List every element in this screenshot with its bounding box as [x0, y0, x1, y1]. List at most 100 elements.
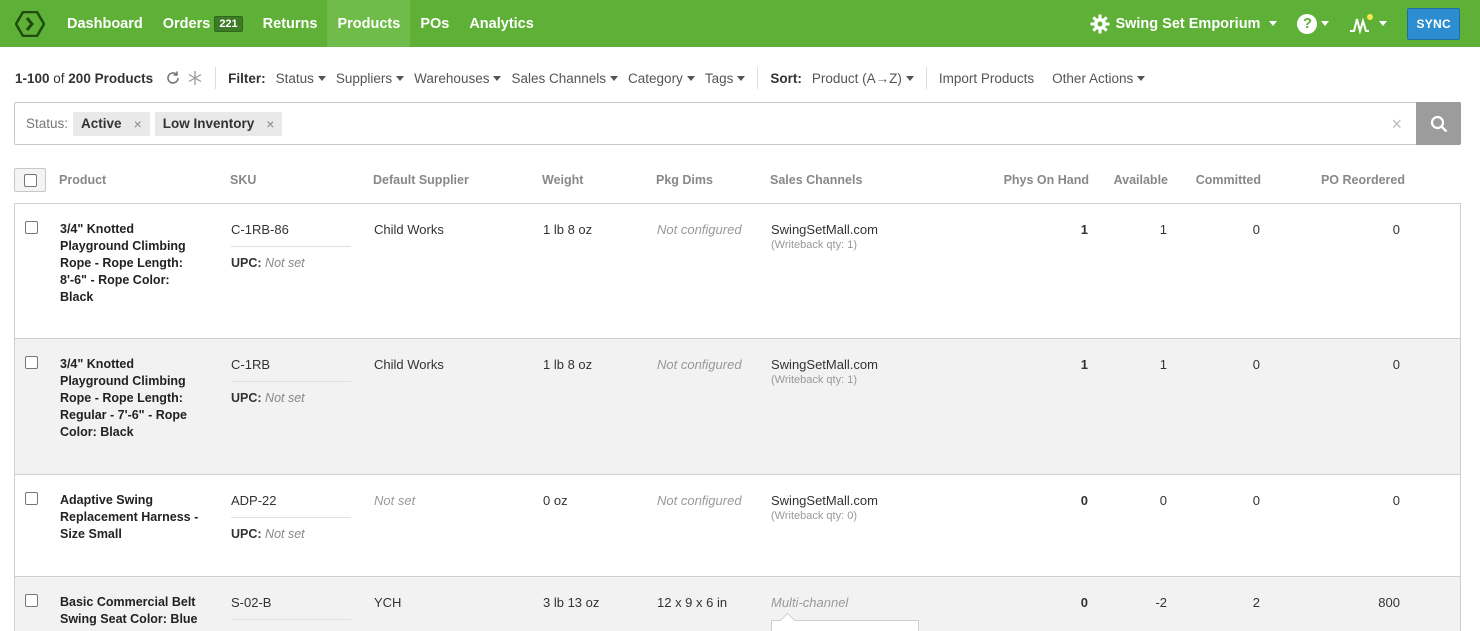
clear-filters-icon[interactable]: × [1391, 114, 1402, 135]
col-header-po-reordered[interactable]: PO Reordered [1321, 173, 1405, 187]
filter-chip-low-inventory: Low Inventory × [154, 111, 283, 136]
nav-dashboard[interactable]: Dashboard [57, 0, 153, 47]
product-count: 1-100 of 200 Products [15, 71, 153, 86]
row-checkbox[interactable] [25, 356, 38, 369]
po-reordered-qty: 0 [1392, 222, 1400, 237]
count-range: 1-100 [15, 70, 50, 86]
upc-value: Not set [265, 391, 305, 405]
filter-category-dropdown[interactable]: Category [628, 71, 695, 86]
nav-pos-label: POs [420, 15, 450, 32]
chevron-down-icon [610, 75, 619, 81]
active-filters-bar: Status: Active × Low Inventory × × [14, 102, 1461, 145]
col-header-sales-channels[interactable]: Sales Channels [770, 173, 862, 187]
sales-channel: SwingSetMall.com (Writeback qty: 1) [771, 222, 878, 251]
row-checkbox[interactable] [25, 594, 38, 607]
nav-pos[interactable]: POs [410, 0, 459, 47]
activity-pulse-icon [1350, 13, 1374, 35]
writeback-qty: (Writeback qty: 1) [771, 239, 857, 251]
filter-status-prefix: Status: [26, 116, 69, 131]
close-icon[interactable]: × [134, 116, 142, 132]
nav-products-label: Products [337, 15, 401, 32]
phys-on-hand[interactable]: 0 [1081, 595, 1088, 610]
filter-chip-label: Active [81, 116, 122, 131]
sort-dropdown[interactable]: Product (A→Z) [812, 71, 914, 86]
phys-on-hand[interactable]: 1 [1081, 357, 1088, 372]
nav-returns[interactable]: Returns [253, 0, 328, 47]
import-products-link[interactable]: Import Products [939, 71, 1034, 86]
product-upc: UPC: Not set [231, 391, 305, 405]
chevron-down-icon [737, 75, 746, 81]
help-menu[interactable]: ? [1297, 13, 1330, 34]
table-row[interactable]: Adaptive Swing Replacement Harness - Siz… [14, 475, 1461, 577]
count-of: of [49, 70, 69, 86]
gear-icon [1090, 14, 1110, 33]
sort-label: Sort: [770, 70, 802, 86]
available-qty: 1 [1159, 357, 1167, 372]
col-header-weight[interactable]: Weight [542, 173, 583, 187]
col-header-product[interactable]: Product [59, 173, 106, 187]
col-header-sku[interactable]: SKU [230, 173, 256, 187]
product-upc: UPC: Not set [231, 256, 305, 270]
snowflake-icon[interactable] [187, 70, 203, 86]
table-row[interactable]: 3/4" Knotted Playground Climbing Rope - … [14, 339, 1461, 475]
divider [231, 517, 351, 518]
divider [231, 381, 351, 382]
pkg-dims: Not configured [657, 222, 742, 237]
select-all-checkbox[interactable] [14, 168, 46, 192]
filter-sales-channels-dropdown[interactable]: Sales Channels [511, 71, 619, 86]
account-menu[interactable]: Swing Set Emporium [1090, 14, 1278, 34]
filter-suppliers-dropdown[interactable]: Suppliers [336, 71, 405, 86]
app-logo-icon[interactable] [13, 7, 47, 41]
col-header-supplier[interactable]: Default Supplier [373, 173, 469, 187]
po-reordered-qty: 800 [1378, 595, 1400, 610]
chevron-down-icon [317, 75, 326, 81]
filter-warehouses-dropdown[interactable]: Warehouses [414, 71, 502, 86]
col-header-available[interactable]: Available [1114, 173, 1168, 187]
search-button[interactable] [1416, 102, 1461, 145]
committed-qty: 0 [1252, 493, 1260, 508]
product-name[interactable]: 3/4" Knotted Playground Climbing Rope - … [60, 221, 200, 306]
nav-orders-label: Orders [162, 15, 211, 32]
filter-label: Filter: [228, 70, 266, 86]
activity-menu[interactable] [1349, 13, 1388, 35]
committed-qty: 0 [1252, 222, 1260, 237]
divider [757, 67, 759, 89]
chevron-down-icon [686, 75, 695, 81]
col-header-phys-on-hand[interactable]: Phys On Hand [1004, 173, 1089, 187]
product-sku: C-1RB [231, 357, 271, 372]
nav-orders[interactable]: Orders 221 [153, 0, 253, 47]
other-actions-dropdown[interactable]: Other Actions [1052, 70, 1146, 86]
other-actions-label: Other Actions [1052, 70, 1134, 86]
upc-label: UPC: [231, 256, 262, 270]
filter-tags-dropdown[interactable]: Tags [705, 71, 746, 86]
table-row[interactable]: Basic Commercial Belt Swing Seat Color: … [14, 577, 1461, 631]
row-checkbox[interactable] [25, 221, 38, 234]
nav-analytics[interactable]: Analytics [459, 0, 543, 47]
nav-products[interactable]: Products [327, 0, 411, 47]
filter-chip-label: Low Inventory [162, 116, 255, 131]
product-name[interactable]: Adaptive Swing Replacement Harness - Siz… [60, 492, 200, 543]
col-header-pkg-dims[interactable]: Pkg Dims [656, 173, 713, 187]
divider [231, 619, 351, 620]
pkg-dims: Not configured [657, 493, 742, 508]
filter-status-dropdown[interactable]: Status [276, 71, 326, 86]
phys-on-hand[interactable]: 1 [1081, 222, 1088, 237]
table-row[interactable]: 3/4" Knotted Playground Climbing Rope - … [14, 203, 1461, 339]
product-name[interactable]: 3/4" Knotted Playground Climbing Rope - … [60, 356, 200, 441]
product-name[interactable]: Basic Commercial Belt Swing Seat Color: … [60, 594, 200, 628]
writeback-qty: (Writeback qty: 1) [771, 374, 857, 386]
product-upc: UPC: Not set [231, 527, 305, 541]
nav-analytics-label: Analytics [469, 15, 534, 32]
sales-channel: SwingSetMall.com (Writeback qty: 1) [771, 357, 878, 386]
col-header-committed[interactable]: Committed [1196, 173, 1261, 187]
sync-button[interactable]: SYNC [1407, 7, 1460, 40]
phys-on-hand[interactable]: 0 [1081, 493, 1088, 508]
sales-channel-multi[interactable]: Multi-channel [771, 595, 848, 610]
writeback-qty: (Writeback qty: 0) [771, 510, 857, 522]
refresh-icon[interactable] [165, 70, 181, 86]
row-checkbox[interactable] [25, 492, 38, 505]
sales-channel-name: SwingSetMall.com [771, 357, 878, 372]
product-weight: 0 oz [543, 493, 568, 508]
close-icon[interactable]: × [266, 116, 274, 132]
available-qty: 0 [1159, 493, 1167, 508]
